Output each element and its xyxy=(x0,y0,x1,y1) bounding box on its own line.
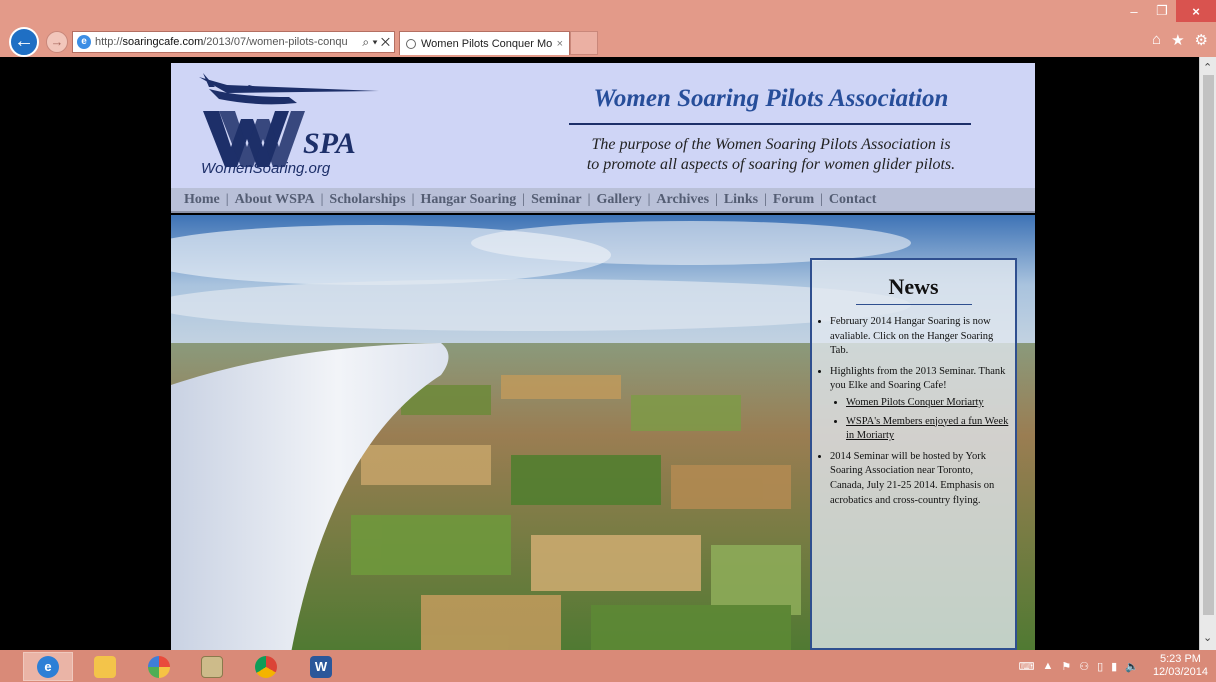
back-arrow-icon: ← xyxy=(14,30,34,52)
address-bar-controls[interactable]: ⌕ ▾ ✕ xyxy=(362,35,390,50)
folder-icon xyxy=(94,655,116,678)
taskbar: e W ⌨ ▲ ⚑ ⚇ ▯ ▮ 🔈 5:23 PM 12/03/2014 xyxy=(0,650,1216,682)
battery-icon[interactable]: ▯ xyxy=(1097,660,1103,673)
news-link-wspa-members-enjoyed-fun-week[interactable]: WSPA's Members enjoyed a fun Week in Mor… xyxy=(846,416,1008,442)
chrome-icon xyxy=(255,655,277,678)
nav-separator: | xyxy=(647,191,651,207)
nav-scholarships[interactable]: Scholarships xyxy=(329,192,405,208)
flag-icon[interactable]: ⚑ xyxy=(1061,660,1071,673)
close-button[interactable]: × xyxy=(1176,0,1216,22)
new-tab-button[interactable] xyxy=(570,31,598,55)
news-divider xyxy=(855,304,972,305)
news-subitem: Women Pilots Conquer Moriarty xyxy=(846,396,1009,411)
loading-icon xyxy=(406,38,416,49)
browser-toolbar-icons: ⌂ ★ ⚙ xyxy=(1152,31,1208,49)
nav-separator: | xyxy=(411,191,415,207)
news-subitem: WSPA's Members enjoyed a fun Week in Mor… xyxy=(846,415,1009,444)
nav-about-wspa[interactable]: About WSPA xyxy=(235,192,315,208)
site-header: SPA WomenSoaring.org Women Soaring Pilot… xyxy=(171,63,1035,188)
nav-seminar[interactable]: Seminar xyxy=(531,192,582,208)
scroll-up-icon[interactable]: ⌃ xyxy=(1203,61,1212,74)
news-item-text: Highlights from the 2013 Seminar. Thank … xyxy=(830,365,1006,392)
ie-favicon-icon: e xyxy=(77,35,91,49)
nav-separator: | xyxy=(764,191,767,207)
window-controls: – ❐ × xyxy=(1120,0,1216,22)
news-heading: News xyxy=(888,274,939,299)
taskbar-chrome[interactable] xyxy=(241,652,291,681)
taskbar-internet-explorer[interactable]: e xyxy=(23,652,73,681)
news-item-text: 2014 Seminar will be hosted by York Soar… xyxy=(830,450,995,506)
logo-site-name: WomenSoaring.org xyxy=(201,160,331,177)
volume-icon[interactable]: 🔈 xyxy=(1125,660,1139,673)
news-panel: News February 2014 Hangar Soaring is now… xyxy=(810,258,1017,650)
restore-button[interactable]: ❐ xyxy=(1148,0,1176,22)
system-clock[interactable]: 5:23 PM 12/03/2014 xyxy=(1153,653,1208,679)
minimize-button[interactable]: – xyxy=(1120,0,1148,22)
title-divider xyxy=(569,123,971,125)
news-item-text: February 2014 Hangar Soaring is now aval… xyxy=(830,316,994,357)
tagline-line-1: The purpose of the Women Soaring Pilots … xyxy=(591,136,951,153)
back-button[interactable]: ← xyxy=(9,27,39,57)
network-icon[interactable]: ⚇ xyxy=(1079,660,1089,673)
news-item: Highlights from the 2013 Seminar. Thank … xyxy=(830,365,1009,444)
nav-links[interactable]: Links xyxy=(724,192,758,208)
taskbar-photo-viewer[interactable] xyxy=(187,652,237,681)
url-path: /2013/07/women-pilots-conqu xyxy=(203,36,348,48)
home-icon[interactable]: ⌂ xyxy=(1152,31,1161,49)
nav-separator: | xyxy=(820,191,823,207)
nav-forum[interactable]: Forum xyxy=(773,192,814,208)
nav-separator: | xyxy=(225,191,229,207)
forward-button[interactable]: → xyxy=(46,31,68,53)
url-scheme: http:// xyxy=(95,36,123,48)
nav-contact[interactable]: Contact xyxy=(829,192,876,208)
tab-title: Women Pilots Conquer Mo... xyxy=(421,37,553,50)
clock-time: 5:23 PM xyxy=(1159,653,1201,665)
favorites-star-icon[interactable]: ★ xyxy=(1171,31,1184,49)
signal-icon[interactable]: ▮ xyxy=(1111,660,1117,673)
news-item: 2014 Seminar will be hosted by York Soar… xyxy=(830,450,1009,508)
clock-date: 12/03/2014 xyxy=(1152,666,1208,678)
taskbar-file-explorer[interactable] xyxy=(80,652,130,681)
news-item: February 2014 Hangar Soaring is now aval… xyxy=(830,315,1009,359)
nav-archives[interactable]: Archives xyxy=(656,192,709,208)
word-icon: W xyxy=(310,655,332,678)
nav-separator: | xyxy=(320,191,324,207)
address-bar[interactable]: e http://soaringcafe.com/2013/07/women-p… xyxy=(72,31,395,53)
settings-gear-icon[interactable]: ⚙ xyxy=(1195,31,1208,49)
nav-gallery[interactable]: Gallery xyxy=(596,192,641,208)
picasa-icon xyxy=(148,655,170,678)
site-tagline: The purpose of the Women Soaring Pilots … xyxy=(551,135,991,175)
tab-active[interactable]: Women Pilots Conquer Mo... × xyxy=(399,31,570,55)
url-host: soaringcafe.com xyxy=(122,36,204,48)
taskbar-word[interactable]: W xyxy=(296,652,346,681)
news-sublist: Women Pilots Conquer Moriarty WSPA's Mem… xyxy=(830,396,1009,444)
scroll-down-icon[interactable]: ⌄ xyxy=(1203,631,1212,644)
news-link-women-pilots-conquer-moriarty[interactable]: Women Pilots Conquer Moriarty xyxy=(846,397,984,408)
nav-separator: | xyxy=(587,191,591,207)
page-viewport: SPA WomenSoaring.org Women Soaring Pilot… xyxy=(0,57,1216,650)
forward-arrow-icon: → xyxy=(50,34,64,49)
address-url[interactable]: http://soaringcafe.com/2013/07/women-pil… xyxy=(95,36,358,48)
nav-hangar-soaring[interactable]: Hangar Soaring xyxy=(420,192,516,208)
site-title: Women Soaring Pilots Association xyxy=(593,85,949,112)
photo-viewer-icon xyxy=(201,655,223,678)
scroll-thumb[interactable] xyxy=(1203,75,1214,615)
nav-separator: | xyxy=(522,191,526,207)
logo-letters: SPA xyxy=(303,127,356,160)
vertical-scrollbar[interactable]: ⌃ ⌄ xyxy=(1199,57,1216,650)
internet-explorer-icon: e xyxy=(37,655,59,678)
news-list: February 2014 Hangar Soaring is now aval… xyxy=(818,315,1009,508)
show-hidden-icons-icon[interactable]: ▲ xyxy=(1042,660,1053,672)
browser-chrome: – ❐ × ← → e http://soaringcafe.com/2013/… xyxy=(0,0,1216,57)
nav-home[interactable]: Home xyxy=(184,192,220,208)
system-tray: ⌨ ▲ ⚑ ⚇ ▯ ▮ 🔈 5:23 PM 12/03/2014 xyxy=(1019,650,1216,682)
site-container: SPA WomenSoaring.org Women Soaring Pilot… xyxy=(171,63,1035,650)
nav-separator: | xyxy=(715,191,718,207)
tab-close-icon[interactable]: × xyxy=(557,38,563,50)
main-nav: Home | About WSPA | Scholarships | Hanga… xyxy=(171,188,1035,213)
tagline-line-2: to promote all aspects of soaring for wo… xyxy=(586,156,956,173)
taskbar-picasa[interactable] xyxy=(134,652,184,681)
keyboard-icon[interactable]: ⌨ xyxy=(1019,660,1035,673)
